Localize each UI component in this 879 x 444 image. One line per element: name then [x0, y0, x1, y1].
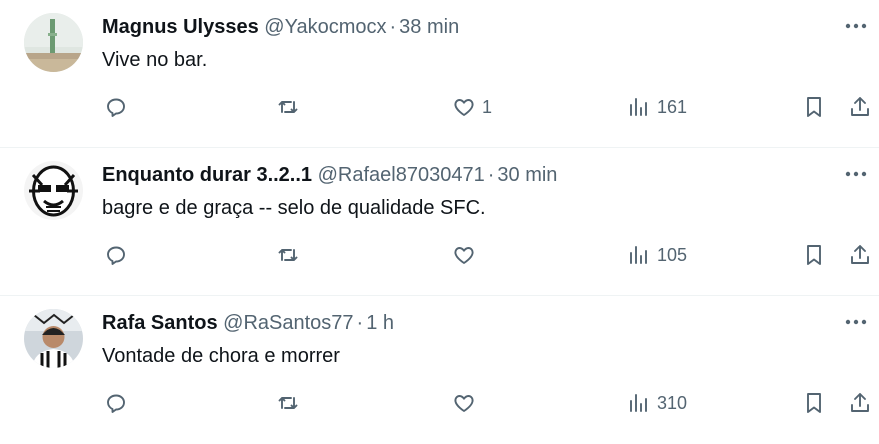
reply-button[interactable] — [104, 386, 128, 420]
views-button[interactable]: 310 — [627, 386, 687, 420]
timestamp[interactable]: 38 min — [399, 16, 459, 38]
like-button[interactable]: 1 — [452, 90, 492, 124]
share-icon — [851, 97, 869, 116]
bookmark-button[interactable] — [802, 238, 826, 272]
avatar[interactable] — [24, 309, 83, 368]
separator-dot: · — [487, 164, 495, 186]
retweet-button[interactable] — [276, 90, 300, 124]
timestamp[interactable]: 1 h — [366, 312, 394, 334]
author-name[interactable]: Magnus Ulysses — [102, 16, 259, 38]
avatar[interactable] — [24, 161, 83, 220]
tweet-text: Vontade de chora e morrer — [102, 345, 340, 367]
view-count: 161 — [657, 96, 688, 117]
view-count: 310 — [657, 392, 688, 413]
view-count: 105 — [657, 244, 688, 265]
retweet-button[interactable] — [276, 238, 300, 272]
tweet[interactable]: Rafa Santos @RaSantos77 · 1 h Vontade de c… — [0, 296, 879, 444]
separator-dot: · — [356, 312, 364, 334]
bookmark-button[interactable] — [802, 90, 826, 124]
avatar[interactable] — [24, 13, 83, 72]
action-bar: 1 161 — [0, 90, 879, 124]
reply-icon — [107, 246, 125, 265]
like-button[interactable] — [452, 238, 482, 272]
tweet-text: bagre e de graça -- selo de qualidade SF… — [102, 197, 486, 219]
views-icon — [630, 98, 647, 116]
more-dots-icon[interactable] — [841, 14, 871, 38]
more-dots-icon[interactable] — [841, 162, 871, 186]
reply-icon — [107, 98, 125, 117]
author-handle[interactable]: @Rafael87030471 — [318, 164, 485, 186]
author-name[interactable]: Rafa Santos — [102, 312, 218, 334]
timestamp[interactable]: 30 min — [497, 164, 557, 186]
tweet-text: Vive no bar. — [102, 49, 208, 71]
tweet-header: Magnus Ulysses @Yakocmocx · 38 min — [102, 15, 459, 39]
bookmark-button[interactable] — [802, 386, 826, 420]
bookmark-icon — [807, 393, 821, 413]
reply-button[interactable] — [104, 90, 128, 124]
share-icon — [851, 245, 869, 264]
share-button[interactable] — [848, 238, 872, 272]
views-button[interactable]: 161 — [627, 90, 687, 124]
reply-icon — [107, 394, 125, 413]
tweet-header: Enquanto durar 3..2..1 @Rafael87030471 · 3… — [102, 163, 557, 187]
like-count: 1 — [482, 96, 493, 117]
heart-icon — [454, 395, 474, 412]
bookmark-icon — [807, 97, 821, 117]
share-icon — [851, 393, 869, 412]
heart-icon — [454, 247, 474, 264]
heart-icon — [454, 99, 474, 116]
retweet-icon — [278, 249, 298, 261]
share-button[interactable] — [848, 386, 872, 420]
author-handle[interactable]: @RaSantos77 — [223, 312, 353, 334]
author-handle[interactable]: @Yakocmocx — [264, 16, 386, 38]
separator-dot: · — [389, 16, 397, 38]
author-name[interactable]: Enquanto durar 3..2..1 — [102, 164, 312, 186]
action-bar: 310 — [0, 386, 879, 420]
tweet-header: Rafa Santos @RaSantos77 · 1 h — [102, 311, 394, 335]
reply-button[interactable] — [104, 238, 128, 272]
like-button[interactable] — [452, 386, 482, 420]
retweet-icon — [278, 397, 298, 409]
bookmark-icon — [807, 245, 821, 265]
views-button[interactable]: 105 — [627, 238, 687, 272]
retweet-button[interactable] — [276, 386, 300, 420]
action-bar: 105 — [0, 238, 879, 272]
share-button[interactable] — [848, 90, 872, 124]
retweet-icon — [278, 101, 298, 113]
views-icon — [630, 246, 647, 264]
more-dots-icon[interactable] — [841, 310, 871, 334]
views-icon — [630, 394, 647, 412]
tweet[interactable]: Enquanto durar 3..2..1 @Rafael87030471 · 3… — [0, 148, 879, 296]
tweet[interactable]: Magnus Ulysses @Yakocmocx · 38 min Vive no… — [0, 0, 879, 148]
